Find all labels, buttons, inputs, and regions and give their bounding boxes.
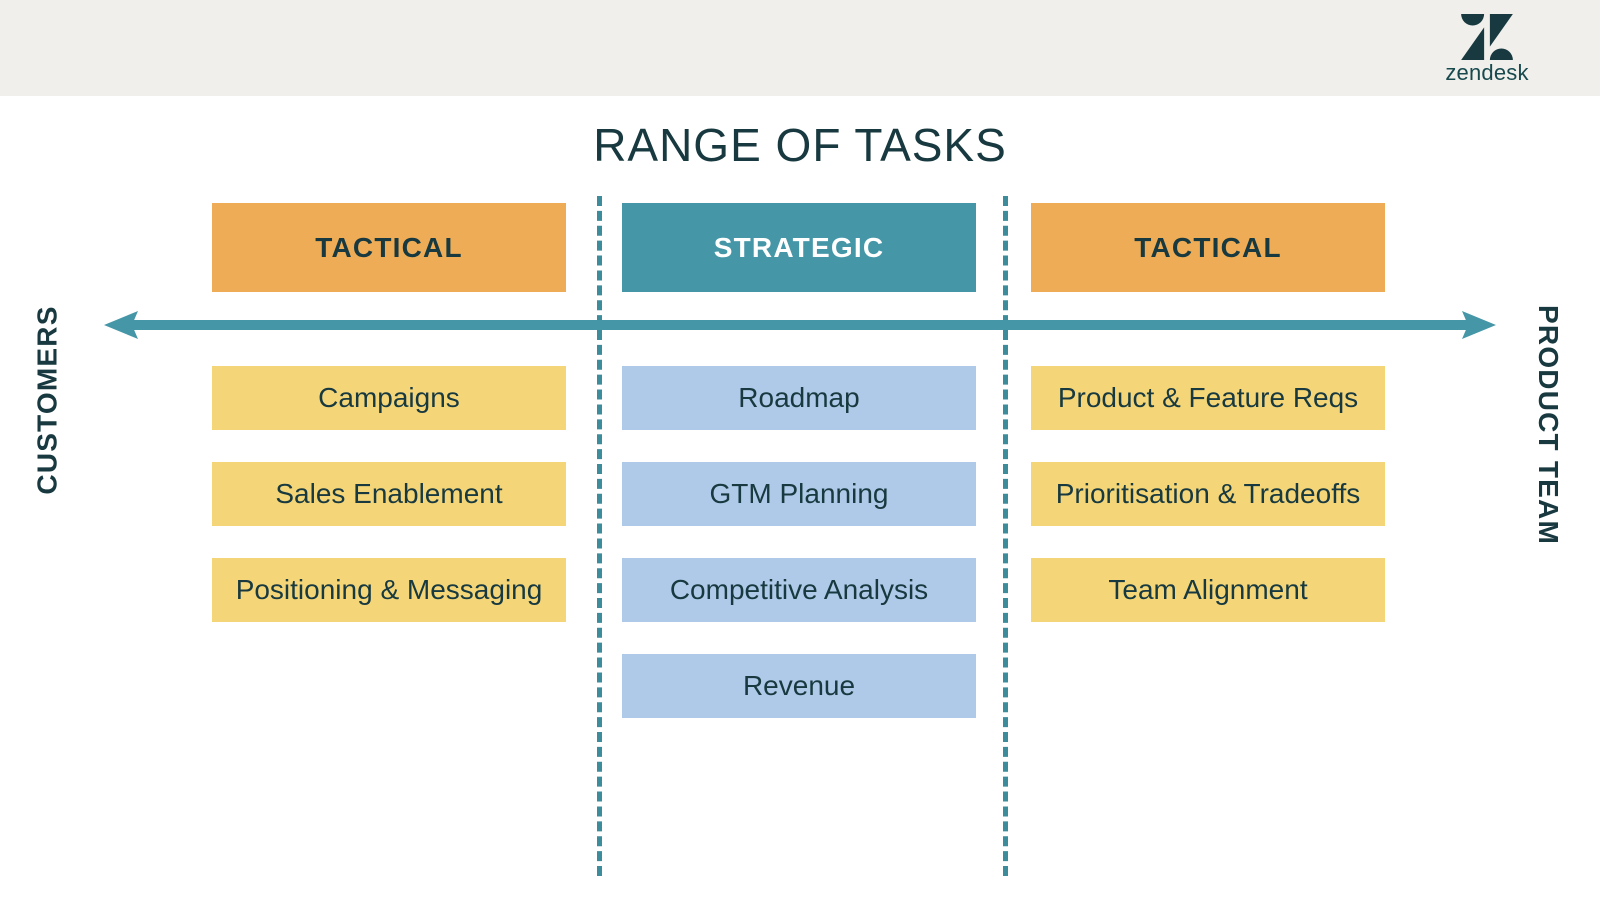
task-item: Campaigns [212, 366, 566, 430]
axis-label-product-team-text: PRODUCT TEAM [1533, 305, 1565, 545]
column-divider-right [1003, 196, 1008, 876]
double-headed-arrow-icon [104, 311, 1496, 339]
task-item: Roadmap [622, 366, 976, 430]
column-items-strategic: Roadmap GTM Planning Competitive Analysi… [622, 366, 976, 750]
task-item: GTM Planning [622, 462, 976, 526]
range-of-tasks-matrix: CUSTOMERS PRODUCT TEAM TACTICAL Campaign… [0, 0, 1600, 900]
column-header-tactical-left: TACTICAL [212, 203, 566, 292]
axis-label-customers: CUSTOMERS [0, 300, 96, 500]
column-header-tactical-right: TACTICAL [1031, 203, 1385, 292]
task-item: Revenue [622, 654, 976, 718]
task-item: Sales Enablement [212, 462, 566, 526]
axis-label-customers-text: CUSTOMERS [32, 305, 64, 495]
task-item: Product & Feature Reqs [1031, 366, 1385, 430]
column-items-tactical-left: Campaigns Sales Enablement Positioning &… [212, 366, 566, 654]
task-item: Prioritisation & Tradeoffs [1031, 462, 1385, 526]
column-divider-left [597, 196, 602, 876]
task-item: Positioning & Messaging [212, 558, 566, 622]
task-item: Competitive Analysis [622, 558, 976, 622]
axis-label-product-team: PRODUCT TEAM [1500, 300, 1596, 550]
task-item: Team Alignment [1031, 558, 1385, 622]
column-header-strategic: STRATEGIC [622, 203, 976, 292]
column-items-tactical-right: Product & Feature Reqs Prioritisation & … [1031, 366, 1385, 654]
